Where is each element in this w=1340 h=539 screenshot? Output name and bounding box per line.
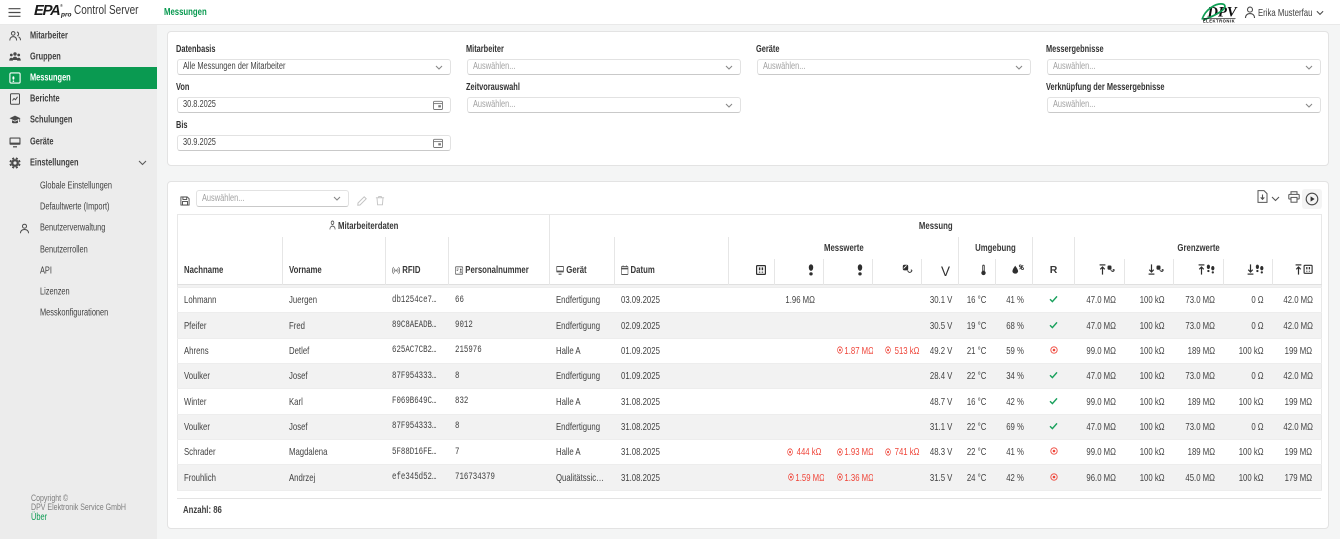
svg-text:pro: pro <box>60 12 72 19</box>
svg-text:ELEKTRONIK: ELEKTRONIK <box>1203 18 1235 23</box>
svg-text:®: ® <box>60 3 63 8</box>
svg-text:EPA: EPA <box>32 3 62 19</box>
